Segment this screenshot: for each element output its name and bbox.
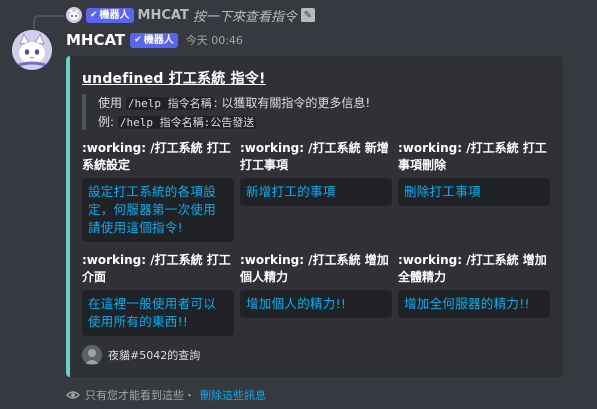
field-value: 刪除打工事項 bbox=[398, 178, 550, 206]
embed-field: :working: /打工系統 增加個人精力 增加個人的精力!! bbox=[240, 252, 392, 318]
embed-field: :working: /打工系統 打工系統設定 設定打工系統的各項設定，何服器第一… bbox=[82, 140, 234, 242]
field-name: :working: /打工系統 增加全體精力 bbox=[398, 253, 547, 284]
field-name: :working: /打工系統 新增打工事項 bbox=[240, 141, 389, 172]
footer-text: 夜貓#5042的查詢 bbox=[108, 349, 201, 362]
desc-line-2: 例: /help 指令名稱:公告發送 bbox=[98, 115, 257, 129]
desc-line-1: 使用 /help 指令名稱: 以獲取有關指令的更多信息! bbox=[98, 96, 371, 110]
field-name: :working: /打工系統 增加個人精力 bbox=[240, 253, 389, 284]
reply-username[interactable]: MHCAT bbox=[138, 8, 189, 23]
field-value: 增加個人的精力!! bbox=[240, 290, 392, 318]
field-value: 新增打工的事項 bbox=[240, 178, 392, 206]
embed-field: :working: /打工系統 打工介面 在這裡一般使用者可以使用所有的東西!! bbox=[82, 252, 234, 336]
field-value: 設定打工系統的各項設定，何服器第一次使用請使用這個指令! bbox=[82, 178, 234, 242]
embed-field: :working: /打工系統 增加全體精力 增加全何服器的精力!! bbox=[398, 252, 550, 318]
field-name: :working: /打工系統 打工系統設定 bbox=[82, 141, 231, 172]
dismiss-message-link[interactable]: 刪除這些訊息 bbox=[200, 387, 266, 403]
reply-spine bbox=[33, 15, 63, 29]
message-header: MHCAT ✔ 機器人 今天 00:46 bbox=[66, 30, 243, 50]
inline-code: /help 指令名稱:公告發送 bbox=[117, 116, 257, 129]
embed: undefined 打工系統 指令! 使用 /help 指令名稱: 以獲取有關指… bbox=[66, 56, 563, 377]
timestamp[interactable]: 今天 00:46 bbox=[186, 32, 243, 48]
eye-icon bbox=[66, 391, 80, 399]
checkmark-icon: ✔ bbox=[90, 9, 98, 20]
reply-text[interactable]: 按一下來查看指令 bbox=[193, 6, 297, 25]
field-name: :working: /打工系統 打工介面 bbox=[82, 253, 231, 284]
embed-title[interactable]: undefined 打工系統 指令! bbox=[82, 68, 266, 88]
embed-description: 使用 /help 指令名稱: 以獲取有關指令的更多信息! 例: /help 指令… bbox=[82, 94, 370, 130]
bot-tag: ✔ 機器人 bbox=[130, 32, 178, 48]
embed-footer: 夜貓#5042的查詢 bbox=[82, 344, 200, 366]
ephemeral-text: 只有您才能看到這些・ bbox=[85, 389, 195, 402]
cat-avatar[interactable] bbox=[12, 30, 52, 70]
slash-command-icon: ✎ bbox=[300, 8, 315, 22]
bot-tag: ✔ 機器人 bbox=[86, 7, 134, 23]
field-name: :working: /打工系統 打工事項刪除 bbox=[398, 141, 547, 172]
embed-field: :working: /打工系統 打工事項刪除 刪除打工事項 bbox=[398, 140, 550, 206]
ephemeral-notice: 只有您才能看到這些・ 刪除這些訊息 bbox=[66, 387, 266, 403]
username[interactable]: MHCAT bbox=[66, 31, 125, 49]
inline-code: /help 指令名稱 bbox=[125, 97, 214, 110]
reply-preview[interactable]: ✔ 機器人 MHCAT 按一下來查看指令 ✎ bbox=[66, 6, 315, 25]
reply-avatar[interactable] bbox=[66, 7, 82, 23]
field-value: 在這裡一般使用者可以使用所有的東西!! bbox=[82, 290, 234, 336]
field-value: 增加全何服器的精力!! bbox=[398, 290, 550, 318]
footer-avatar bbox=[82, 345, 102, 365]
checkmark-icon: ✔ bbox=[134, 34, 142, 45]
embed-field: :working: /打工系統 新增打工事項 新增打工的事項 bbox=[240, 140, 392, 206]
